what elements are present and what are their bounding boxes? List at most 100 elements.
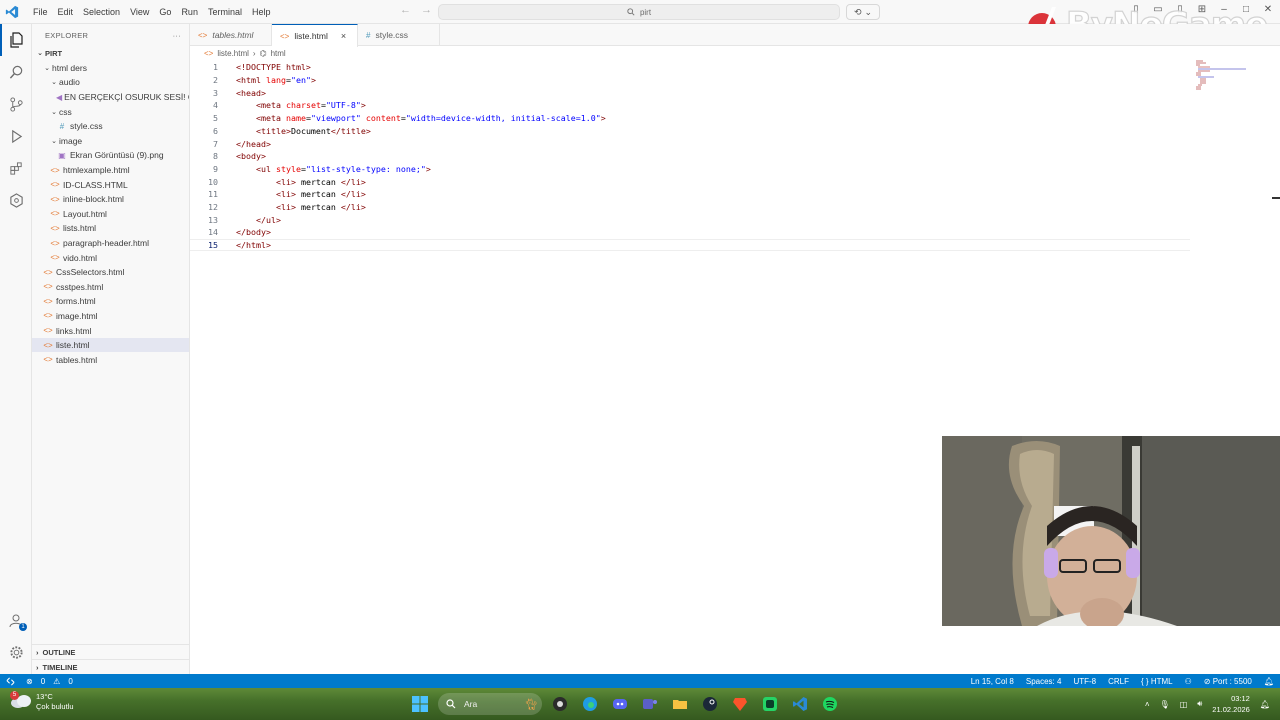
edge-icon[interactable]	[578, 692, 602, 716]
menu-item-selection[interactable]: Selection	[78, 0, 125, 24]
search-icon[interactable]	[0, 56, 32, 88]
menu-item-file[interactable]: File	[28, 0, 53, 24]
command-center-search[interactable]: pirt	[438, 4, 840, 20]
tab-liste-html[interactable]: <> liste.html ×	[272, 24, 358, 47]
brave-icon[interactable]	[728, 692, 752, 716]
code-line[interactable]: 6 <title>Document</title>	[190, 125, 1190, 138]
menu-item-help[interactable]: Help	[247, 0, 276, 24]
notifications-bell-icon[interactable]: 🔔︎	[1264, 677, 1274, 686]
code-line[interactable]: 9 <ul style="list-style-type: none;">	[190, 163, 1190, 176]
forward-arrow-icon[interactable]: →	[421, 4, 432, 16]
menu-item-terminal[interactable]: Terminal	[203, 0, 247, 24]
menu-item-view[interactable]: View	[125, 0, 154, 24]
tree-folder[interactable]: ⌄ css	[32, 104, 189, 119]
volume-icon[interactable]: 🔊︎	[1197, 699, 1202, 709]
code-line[interactable]: 13 </ul>	[190, 213, 1190, 226]
spotify-icon[interactable]	[818, 692, 842, 716]
code-line[interactable]: 4 <meta charset="UTF-8">	[190, 99, 1190, 112]
copilot-button[interactable]: ⟲ ⌄	[846, 4, 880, 20]
chevron-up-icon[interactable]: ˄	[1145, 700, 1150, 709]
code-line[interactable]: 14 </body>	[190, 226, 1190, 239]
tree-file[interactable]: <> paragraph-header.html	[32, 236, 189, 251]
tree-file[interactable]: <> htmlexample.html	[32, 163, 189, 178]
menu-item-go[interactable]: Go	[154, 0, 176, 24]
extensions-icon[interactable]	[0, 152, 32, 184]
whatsapp-icon[interactable]	[758, 692, 782, 716]
code-line[interactable]: 5 <meta name="viewport" content="width=d…	[190, 112, 1190, 125]
vscode-taskbar-icon[interactable]	[788, 692, 812, 716]
code-line[interactable]: 1 <!DOCTYPE html>	[190, 61, 1190, 74]
code-line[interactable]: 11 <li> mertcan </li>	[190, 188, 1190, 201]
tree-file[interactable]: <> Layout.html	[32, 207, 189, 222]
manage-gear-icon[interactable]	[0, 636, 32, 668]
timeline-section[interactable]: › TIMELINE	[32, 659, 190, 674]
explorer-icon[interactable]	[0, 24, 32, 56]
copilot-status-icon[interactable]: ⚇	[1185, 677, 1192, 686]
network-icon[interactable]: ◫	[1180, 700, 1188, 709]
code-token: "width=device-width, initial-scale=1.0"	[405, 113, 601, 124]
minimap[interactable]	[1196, 60, 1256, 90]
tree-file[interactable]: <> inline-block.html	[32, 192, 189, 207]
breadcrumb-file[interactable]: liste.html	[217, 49, 249, 58]
source-control-icon[interactable]	[0, 88, 32, 120]
tree-file[interactable]: <> liste.html	[32, 337, 189, 353]
tree-file[interactable]: <> image.html	[32, 309, 189, 324]
breadcrumb-element[interactable]: html	[271, 49, 286, 58]
code-line[interactable]: 8 <body>	[190, 150, 1190, 163]
tree-folder[interactable]: ⌄ html ders	[32, 61, 189, 76]
indentation[interactable]: Spaces: 4	[1026, 677, 1062, 686]
tree-file[interactable]: <> ID-CLASS.HTML	[32, 177, 189, 192]
tree-file[interactable]: <> lists.html	[32, 221, 189, 236]
end-of-line[interactable]: CRLF	[1108, 677, 1129, 686]
tree-folder[interactable]: ⌄ audio	[32, 75, 189, 90]
code-line[interactable]: 7 </head>	[190, 137, 1190, 150]
code-line[interactable]: 15 </html>	[190, 238, 1190, 252]
tab-style-css[interactable]: # style.css	[358, 24, 440, 46]
obs-icon[interactable]	[548, 692, 572, 716]
scrollbar-marker[interactable]	[1272, 197, 1280, 199]
notifications-icon[interactable]: 🔔︎	[1260, 700, 1270, 709]
weather-widget[interactable]: 5 13°C Çok bulutlu	[10, 691, 74, 712]
menu-item-run[interactable]: Run	[176, 0, 203, 24]
tab-tables-html[interactable]: <> tables.html	[190, 24, 272, 46]
menu-item-edit[interactable]: Edit	[53, 0, 79, 24]
tree-file[interactable]: # style.css	[32, 119, 189, 134]
code-line[interactable]: 10 <li> mertcan </li>	[190, 175, 1190, 188]
accounts-icon[interactable]: 1	[0, 604, 32, 636]
discord-icon[interactable]	[608, 692, 632, 716]
tree-file[interactable]: ▣ Ekran Görüntüsü (9).png	[32, 148, 189, 163]
code-line[interactable]: 12 <li> mertcan </li>	[190, 201, 1190, 214]
cursor-position[interactable]: Ln 15, Col 8	[971, 677, 1014, 686]
close-icon[interactable]: ×	[341, 31, 346, 41]
code-line[interactable]: 2 <html lang="en">	[190, 74, 1190, 87]
file-explorer-icon[interactable]	[668, 692, 692, 716]
workspace-root[interactable]: ⌄ PIRT	[32, 46, 189, 61]
tree-file[interactable]: <> vido.html	[32, 250, 189, 265]
back-arrow-icon[interactable]: ←	[400, 4, 411, 16]
more-actions-icon[interactable]: ···	[173, 31, 181, 40]
tree-folder[interactable]: ⌄ image	[32, 134, 189, 149]
remote-indicator-icon[interactable]	[0, 674, 20, 688]
line-number: 8	[213, 151, 218, 162]
steam-icon[interactable]	[698, 692, 722, 716]
tree-file[interactable]: <> tables.html	[32, 352, 189, 367]
tree-file[interactable]: <> forms.html	[32, 294, 189, 309]
clock[interactable]: 03:12 21.02.2026	[1212, 693, 1250, 715]
tree-file[interactable]: <> csstpes.html	[32, 280, 189, 295]
encoding[interactable]: UTF-8	[1073, 677, 1096, 686]
live-server-port[interactable]: ⊘ Port : 5500	[1204, 677, 1252, 686]
run-debug-icon[interactable]	[0, 120, 32, 152]
language-mode[interactable]: { } HTML	[1141, 677, 1173, 686]
microphone-icon[interactable]: 🎙︎	[1160, 700, 1170, 709]
code-token: </html>	[236, 240, 271, 251]
problems-indicator[interactable]: ⊗ 0 ⚠ 0	[26, 677, 73, 686]
tree-file[interactable]: <> CssSelectors.html	[32, 265, 189, 280]
outline-section[interactable]: › OUTLINE	[32, 644, 190, 659]
remote-explorer-icon[interactable]	[0, 184, 32, 216]
tree-file[interactable]: ◀ EN GERÇEKÇİ OSURUK SESİ! O...	[32, 90, 189, 105]
tree-file[interactable]: <> links.html	[32, 323, 189, 338]
teams-icon[interactable]	[638, 692, 662, 716]
windows-start-icon[interactable]	[408, 692, 432, 716]
code-line[interactable]: 3 <head>	[190, 86, 1190, 99]
taskbar-search[interactable]: Ara 🐈︎	[438, 693, 542, 715]
